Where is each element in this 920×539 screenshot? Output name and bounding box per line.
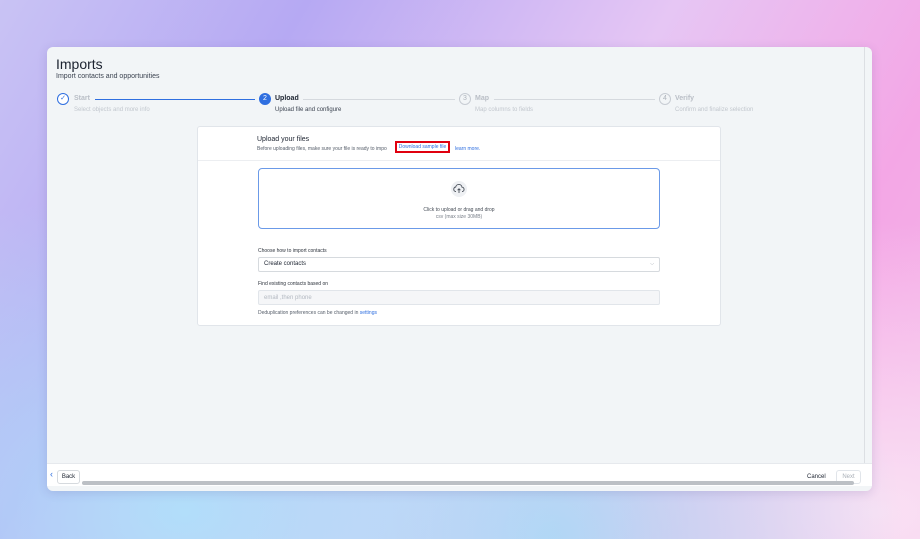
back-button[interactable]: Back [57, 470, 80, 484]
dedupe-label: Find existing contacts based on [258, 281, 329, 287]
vertical-scrollbar[interactable] [864, 47, 865, 463]
imports-window: Imports Import contacts and opportunitie… [47, 47, 872, 491]
footer-bar: ‹ Back Cancel Next [47, 463, 872, 486]
step-verify-title[interactable]: Verify [675, 95, 694, 102]
page-title: Imports [56, 56, 103, 72]
dropzone-file-hint: csv (max size 30MB) [435, 214, 483, 220]
chevron-left-icon[interactable]: ‹ [50, 469, 53, 479]
dedupe-field: email ,then phone [258, 290, 660, 305]
learn-more-link[interactable]: learn more. [455, 146, 480, 152]
import-mode-select[interactable]: Create contacts ⌵ [258, 257, 660, 272]
dedupe-note-text: Deduplication preferences can be changed… [258, 310, 359, 316]
card-divider [198, 160, 720, 161]
step-connector [95, 99, 255, 100]
dedupe-note: Deduplication preferences can be changed… [258, 310, 377, 316]
step-verify-desc: Confirm and finalize selection [675, 107, 754, 113]
step-start-check-icon: ✓ [57, 93, 69, 105]
step-connector [494, 99, 655, 100]
horizontal-scrollbar[interactable] [82, 481, 854, 485]
file-dropzone[interactable]: Click to upload or drag and drop csv (ma… [258, 168, 660, 229]
upload-title: Upload your files [257, 136, 310, 143]
import-mode-label: Choose how to import contacts [258, 248, 327, 254]
step-map-number: 3 [459, 93, 471, 105]
step-upload-desc: Upload file and configure [275, 107, 342, 113]
upload-instruction: Before uploading files, make sure your f… [257, 146, 387, 152]
step-start-desc: Select objects and more info [74, 107, 150, 113]
upload-card: Upload your files Before uploading files… [197, 126, 721, 326]
step-map-title[interactable]: Map [475, 95, 489, 102]
dropzone-instruction: Click to upload or drag and drop [423, 207, 495, 213]
step-upload-number: 2 [259, 93, 271, 105]
chevron-down-icon: ⌵ [650, 261, 654, 267]
step-connector [303, 99, 455, 100]
import-stepper: ✓ Start Select objects and more info 2 U… [57, 93, 837, 123]
page-subtitle: Import contacts and opportunities [56, 73, 160, 80]
step-verify-number: 4 [659, 93, 671, 105]
download-sample-file-link[interactable]: Download sample file [395, 141, 450, 153]
dedupe-placeholder: email ,then phone [264, 295, 312, 301]
step-upload-title[interactable]: Upload [275, 95, 299, 102]
settings-link[interactable]: settings [360, 310, 377, 316]
cancel-button[interactable]: Cancel [807, 474, 826, 480]
upload-cloud-icon [451, 181, 467, 197]
import-mode-value: Create contacts [264, 261, 307, 267]
step-start-title[interactable]: Start [74, 95, 90, 102]
step-map-desc: Map columns to fields [475, 107, 534, 113]
